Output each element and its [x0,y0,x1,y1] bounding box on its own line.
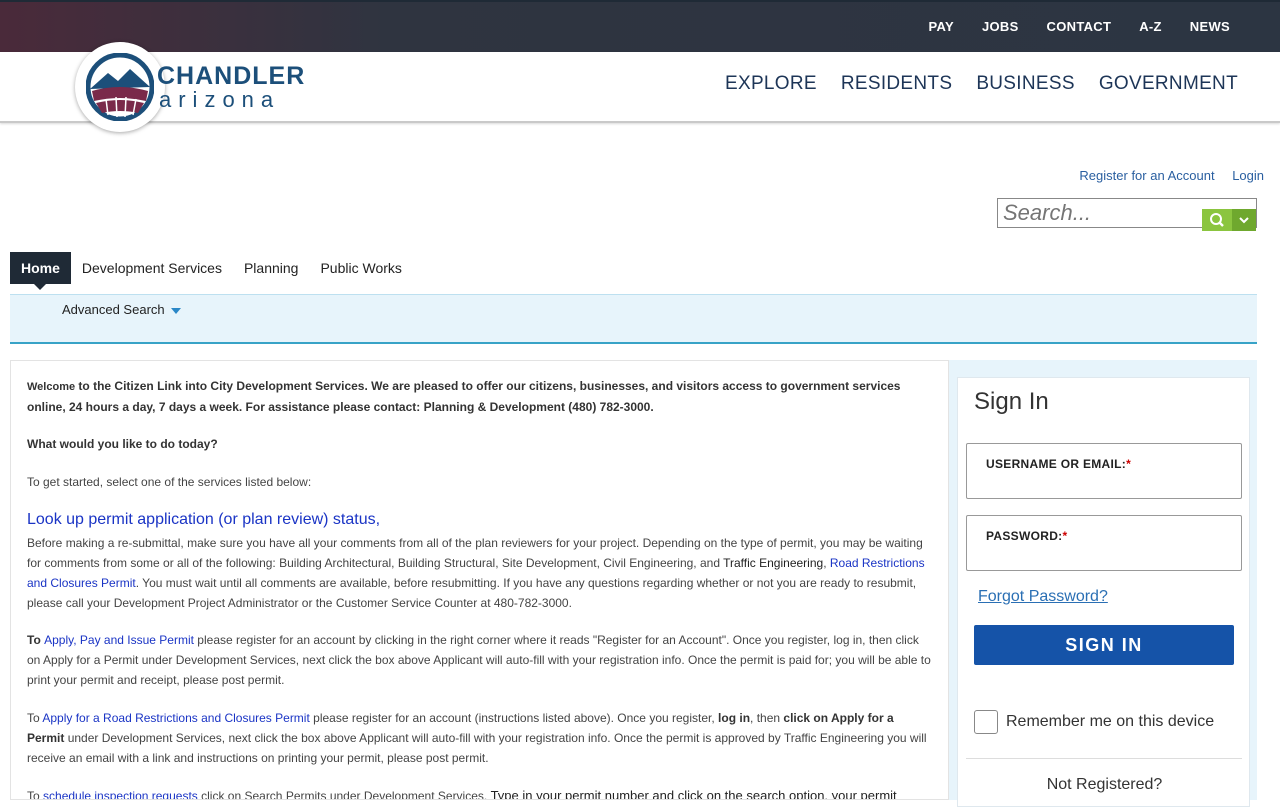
utility-link-pay[interactable]: PAY [928,19,953,34]
lookup-text-2: . You must wait until all comments are a… [27,576,917,610]
utility-bar: PAY JOBS CONTACT A-Z NEWS [0,0,1280,52]
apply-to: To [27,633,45,647]
tab-public-works[interactable]: Public Works [309,252,412,284]
password-label-text: PASSWORD: [986,529,1063,543]
road-login-text: log in [718,711,751,725]
welcome-content: Welcome to the Citizen Link into City De… [10,360,949,800]
main-nav: EXPLORE RESIDENTS BUSINESS GOVERNMENT [701,73,1238,95]
tab-development-services[interactable]: Development Services [71,252,233,284]
logo-word-arizona: arizona [159,87,281,112]
logo-word-chandler: CHANDLER [157,62,306,90]
search-box [997,198,1257,231]
signin-box: Sign In USERNAME OR EMAIL:* PASSWORD:* F… [957,377,1250,807]
utility-link-contact[interactable]: CONTACT [1047,19,1112,34]
login-link[interactable]: Login [1232,168,1264,183]
remember-me[interactable]: Remember me on this device [974,710,1214,734]
chandler-logo-icon [86,53,154,121]
advanced-search-bar: Advanced Search [10,294,1257,344]
lookup-section: Look up permit application (or plan revi… [27,510,932,613]
road-then: , then [750,711,784,725]
username-input[interactable] [985,474,1225,492]
road-to: To [27,711,43,725]
traffic-engineering-text: Traffic Engineering [723,556,824,570]
utility-link-news[interactable]: NEWS [1190,19,1230,34]
account-links: Register for an Account Login [1065,168,1264,183]
city-logo[interactable] [75,42,165,132]
nav-government[interactable]: GOVERNMENT [1099,73,1238,95]
utility-links: PAY JOBS CONTACT A-Z NEWS [900,19,1230,34]
required-mark: * [1062,529,1068,543]
get-started-text: To get started, select one of the servic… [27,474,312,489]
nav-residents[interactable]: RESIDENTS [841,73,952,95]
not-registered-text: Not Registered? [1046,776,1163,793]
road-section: To Apply for a Road Restrictions and Clo… [27,708,932,768]
remember-me-label: Remember me on this device [1006,713,1215,730]
remember-me-checkbox[interactable] [974,710,998,734]
caret-down-icon [170,307,181,314]
inspection-section: To schedule inspection requests click on… [27,786,932,800]
signin-pane: Sign In USERNAME OR EMAIL:* PASSWORD:* F… [949,360,1257,807]
search-options-button[interactable] [1232,209,1256,231]
module-tabs: Home Development Services Planning Publi… [10,252,413,290]
question-text: What would you like to do today? [27,437,218,451]
nav-explore[interactable]: EXPLORE [725,73,817,95]
logo-wordmark[interactable]: CHANDLER arizona [157,63,305,111]
tab-planning[interactable]: Planning [233,252,310,284]
road-permit-link[interactable]: Apply for a Road Restrictions and Closur… [42,711,309,725]
road-text-1: please register for an account (instruct… [309,711,719,725]
register-link[interactable]: Register for an Account [1079,168,1214,183]
username-field[interactable]: USERNAME OR EMAIL:* [966,443,1242,499]
signin-title: Sign In [974,388,1049,415]
password-label: PASSWORD:* [986,529,1067,543]
password-field[interactable]: PASSWORD:* [966,515,1242,571]
nav-business[interactable]: BUSINESS [976,73,1075,95]
search-button[interactable] [1202,209,1232,231]
divider [966,758,1242,759]
required-mark: * [1126,457,1132,471]
password-input[interactable] [985,546,1225,564]
schedule-inspection-link[interactable]: schedule inspection requests [43,789,198,799]
insp-text-1: click on Search Permits under Developmen… [197,789,491,800]
username-label: USERNAME OR EMAIL:* [986,457,1131,471]
insp-to: To [27,789,44,800]
search-input[interactable] [998,199,1198,227]
welcome-text: to the Citizen Link into City Developmen… [27,379,901,414]
sign-in-button[interactable]: SIGN IN [974,625,1234,665]
username-label-text: USERNAME OR EMAIL: [986,457,1127,471]
road-text-2: under Development Services, next click t… [27,731,927,765]
forgot-password-link[interactable]: Forgot Password? [978,588,1108,606]
apply-section: To Apply, Pay and Issue Permit please re… [27,630,932,690]
utility-link-jobs[interactable]: JOBS [982,19,1019,34]
welcome-word: Welcome [27,381,76,393]
advanced-search-label: Advanced Search [62,302,165,317]
chevron-down-icon [1239,217,1249,224]
advanced-search-toggle[interactable]: Advanced Search [62,302,181,317]
welcome-paragraph: Welcome to the Citizen Link into City De… [27,377,932,417]
utility-link-a-z[interactable]: A-Z [1139,19,1162,34]
tab-home[interactable]: Home [10,252,71,290]
lookup-comma: , [823,556,830,570]
apply-pay-issue-link[interactable]: Apply, Pay and Issue Permit [44,633,194,647]
lookup-permit-link[interactable]: Look up permit application (or plan revi… [27,510,932,530]
search-icon [1210,213,1224,227]
